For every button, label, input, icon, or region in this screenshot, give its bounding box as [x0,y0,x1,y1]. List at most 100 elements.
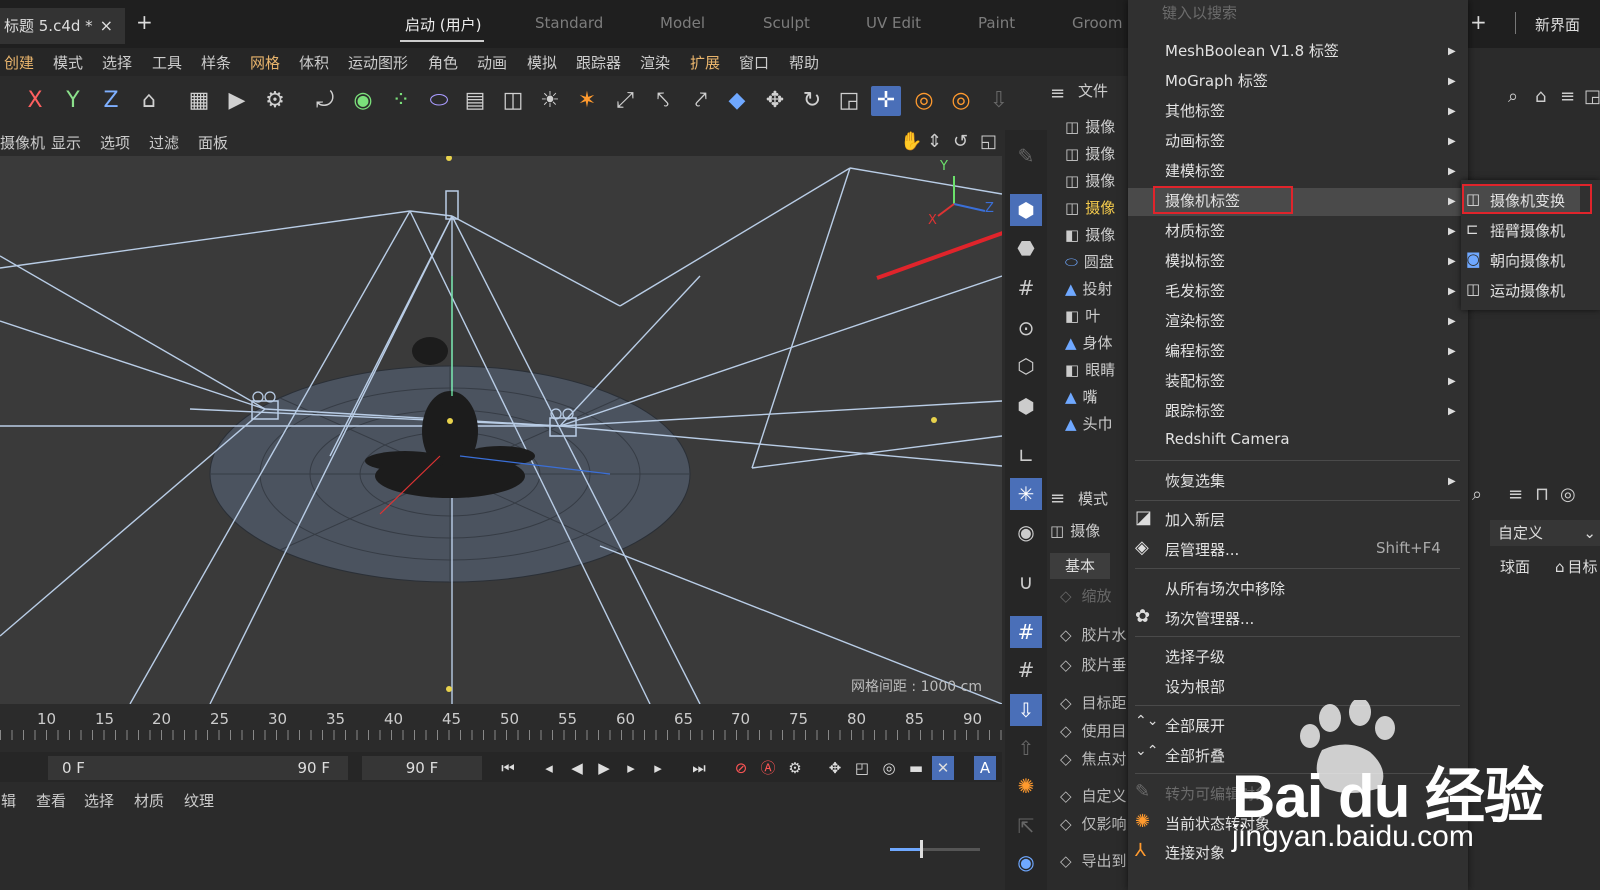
add-layout-button[interactable]: + [1470,10,1487,34]
menu-item-expand-all[interactable]: 全部展开 [1165,715,1225,736]
menu-mograph[interactable]: 运动图形 [348,52,408,73]
object-row[interactable]: ◧ 眼睛 [1065,359,1115,380]
play-icon[interactable]: ▶ [593,756,615,780]
z-axis-lock-button[interactable]: Z [96,86,126,116]
document-tab[interactable]: 标题 5.c4d * × [0,8,125,44]
attr-row[interactable]: ◇ 焦点对 [1060,748,1127,769]
object-row[interactable]: ▲ 嘴 [1065,386,1098,407]
viewport-menu-options[interactable]: 选项 [100,132,130,153]
points-mode-icon[interactable]: ⊙ [1010,312,1042,344]
preset-select[interactable]: 自定义 ⌄ [1490,520,1600,546]
object-row[interactable]: ▲ 头巾 [1065,413,1113,434]
new-layout-button[interactable]: 新界面 [1535,14,1580,35]
hamburger-icon[interactable]: ≡ [1050,83,1065,104]
attr-row[interactable]: ◇ 导出到 [1060,850,1127,871]
layout-tab-uv-edit[interactable]: UV Edit [866,14,921,32]
menu-item-other-tags[interactable]: 其他标签 [1165,100,1225,121]
layout-tab-startup[interactable]: 启动 (用户) [405,14,481,35]
menu-item-render-tags[interactable]: 渲染标签 [1165,310,1225,331]
menu-extensions[interactable]: 扩展 [690,52,720,73]
submenu-item-target-camera[interactable]: 朝向摄像机 [1490,250,1565,271]
menu-help[interactable]: 帮助 [789,52,819,73]
menu-item-rigging-tags[interactable]: 装配标签 [1165,370,1225,391]
subdivision-icon[interactable]: ◉ [348,86,378,116]
snap-down-icon[interactable]: ⇩ [1010,694,1042,726]
menu-volume[interactable]: 体积 [299,52,329,73]
attr-row[interactable]: ◇ 仅影响 [1060,813,1127,834]
attr-row[interactable]: ◇ 目标距 [1060,692,1127,713]
menu-item-select-children[interactable]: 选择子级 [1165,646,1225,667]
menu-animation[interactable]: 动画 [477,52,507,73]
next-frame-icon[interactable]: ▸ [620,756,642,780]
y-axis-lock-button[interactable]: Y [58,86,88,116]
attr-row[interactable]: ◇ 胶片水 [1060,624,1127,645]
attr-row[interactable]: ◇ 自定义 [1060,785,1127,806]
render-settings-icon[interactable]: ⚙ [260,86,290,116]
workplane-icon[interactable]: # [1010,272,1042,304]
attr-filter-icon[interactable]: ≡ [1508,484,1523,505]
texture-mode-icon[interactable]: ⬣ [1010,232,1042,264]
motion-system-icon[interactable]: A [974,756,996,780]
key-scale-icon[interactable]: ◰ [851,756,873,780]
menu-simulate[interactable]: 模拟 [527,52,557,73]
zoom-slider-handle[interactable] [920,840,923,858]
tweak-icon[interactable]: ✳ [1010,478,1042,510]
move-view-icon[interactable]: ⤤ [686,86,716,116]
go-to-end-icon[interactable]: ⏭ [688,756,710,780]
menu-item-material-tags[interactable]: 材质标签 [1165,220,1225,241]
prev-frame-icon[interactable]: ◀ [566,756,588,780]
object-row[interactable]: ◧ 叶 [1065,305,1100,326]
next-key-icon[interactable]: ▸ [647,756,669,780]
menu-tracker[interactable]: 跟踪器 [576,52,621,73]
menu-select[interactable]: 选择 [102,52,132,73]
x-axis-lock-button[interactable]: X [20,86,50,116]
edges-mode-icon[interactable]: ⬡ [1010,350,1042,382]
render-to-picture-viewer-icon[interactable]: ▶ [222,86,252,116]
menu-tools[interactable]: 工具 [152,52,182,73]
material-menu-view[interactable]: 查看 [36,790,66,811]
new-window-icon[interactable]: ◲ [1584,86,1600,107]
snap-icon[interactable]: ✶ [572,86,602,116]
viewport-menu-camera[interactable]: 摄像机 [0,132,45,153]
tab-basic[interactable]: 基本 [1050,553,1110,579]
attr-row[interactable]: ◇ 胶片垂 [1060,654,1127,675]
menu-item-modeling-tags[interactable]: 建模标签 [1165,160,1225,181]
object-row[interactable]: ▲ 身体 [1065,332,1113,353]
menu-mesh[interactable]: 网格 [250,52,280,73]
key-param-icon[interactable]: ▬ [905,756,927,780]
layout-tab-sculpt[interactable]: Sculpt [763,14,810,32]
key-point-level-icon[interactable]: ✕ [932,756,954,780]
frame-range-field[interactable]: 0 F 90 F [48,756,348,780]
3d-viewport[interactable]: Y Z X 网格间距 : 1000 cm [0,156,1002,704]
menu-item-tracking-tags[interactable]: 跟踪标签 [1165,400,1225,421]
menu-item-remove-from-takes[interactable]: 从所有场次中移除 [1165,578,1285,599]
menu-character[interactable]: 角色 [428,52,458,73]
object-manager-file-menu[interactable]: 文件 [1078,80,1108,101]
target-icon[interactable]: ◎ [1560,484,1576,505]
menu-item-simulation-tags[interactable]: 模拟标签 [1165,250,1225,271]
object-row[interactable]: ◫ 摄像 [1065,116,1115,137]
object-row[interactable]: ◫ 摄像 [1065,143,1115,164]
tab-sphere[interactable]: 球面 [1500,556,1530,577]
menu-item-add-new-layer[interactable]: 加入新层 [1165,509,1225,530]
object-row[interactable]: ◫ 摄像 [1065,170,1115,191]
menu-item-animation-tags[interactable]: 动画标签 [1165,130,1225,151]
material-menu-material[interactable]: 材质 [134,790,164,811]
material-menu-edit[interactable]: 编辑 [0,790,16,811]
material-menu-texture[interactable]: 纹理 [184,790,214,811]
current-frame-field[interactable]: 90 F [362,756,482,780]
attribute-mode-menu[interactable]: 模式 [1078,488,1108,509]
axis-icon[interactable]: ∟ [1010,440,1042,472]
python-icon[interactable]: ◉ [1010,846,1042,878]
menu-item-take-manager[interactable]: 场次管理器... [1165,608,1254,629]
menu-item-meshboolean-tags[interactable]: MeshBoolean V1.8 标签 [1165,40,1339,61]
layout-tab-groom[interactable]: Groom [1072,14,1122,32]
rotate-tool-icon[interactable]: ↻ [797,86,827,116]
scale-tool-icon[interactable]: ⤢ [610,86,640,116]
grid-icon[interactable]: ▤ [460,86,490,116]
light-icon[interactable]: ☀ [535,86,565,116]
edit-icon[interactable]: ✎ [1010,140,1042,172]
maximize-view-icon[interactable]: ◱ [980,131,997,152]
polygons-mode-icon[interactable]: ⬢ [1010,390,1042,422]
scale-box-icon[interactable]: ◲ [834,86,864,116]
